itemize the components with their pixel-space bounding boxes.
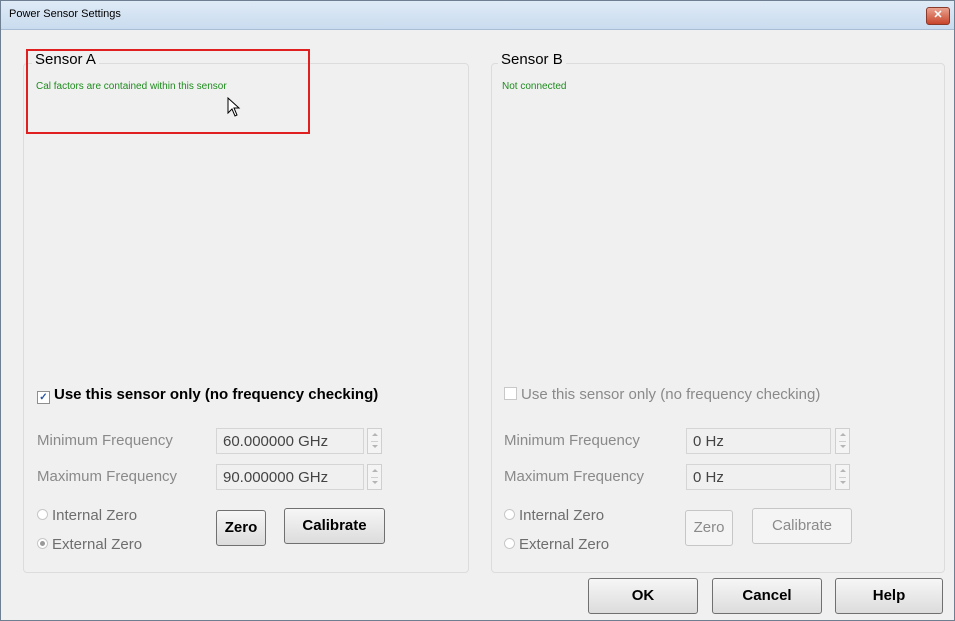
checkbox-unchecked-icon	[504, 387, 517, 400]
sensor-b-min-freq-value: 0 Hz	[693, 433, 724, 450]
sensor-a-external-zero-label: External Zero	[52, 536, 143, 553]
cancel-button[interactable]: Cancel	[712, 578, 822, 614]
window-title: Power Sensor Settings	[9, 8, 121, 20]
sensor-b-internal-zero-radio[interactable]: Internal Zero	[504, 507, 604, 524]
sensor-b-group	[491, 63, 945, 573]
radio-unchecked-icon	[37, 509, 48, 520]
radio-checked-icon	[37, 538, 48, 549]
help-button[interactable]: Help	[835, 578, 943, 614]
radio-unchecked-icon	[504, 538, 515, 549]
sensor-a-internal-zero-radio[interactable]: Internal Zero	[37, 507, 137, 524]
sensor-a-min-freq-spinner[interactable]	[367, 428, 382, 454]
sensor-b-status: Not connected	[502, 81, 567, 92]
sensor-a-external-zero-radio[interactable]: External Zero	[37, 536, 142, 553]
mouse-cursor-icon	[227, 97, 241, 117]
sensor-a-max-freq-label: Maximum Frequency	[37, 468, 178, 485]
sensor-a-zero-button[interactable]: Zero	[216, 510, 266, 546]
close-button[interactable]: ✕	[926, 7, 950, 25]
power-sensor-settings-dialog: Power Sensor Settings ✕ Sensor A Cal fac…	[0, 0, 955, 621]
sensor-b-use-only-checkbox[interactable]: Use this sensor only (no frequency check…	[504, 386, 820, 403]
sensor-b-min-freq-input[interactable]: 0 Hz	[686, 428, 831, 454]
sensor-a-min-freq-label: Minimum Frequency	[37, 432, 173, 449]
sensor-b-max-freq-input[interactable]: 0 Hz	[686, 464, 831, 490]
sensor-a-use-only-label: Use this sensor only (no frequency check…	[54, 386, 379, 403]
sensor-b-calibrate-button[interactable]: Calibrate	[752, 508, 852, 544]
sensor-b-max-freq-label: Maximum Frequency	[504, 468, 645, 485]
sensor-a-internal-zero-label: Internal Zero	[52, 507, 138, 524]
sensor-a-calibrate-button[interactable]: Calibrate	[284, 508, 385, 544]
sensor-a-min-freq-value: 60.000000 GHz	[223, 433, 329, 450]
sensor-b-zero-button[interactable]: Zero	[685, 510, 733, 546]
sensor-b-external-zero-radio[interactable]: External Zero	[504, 536, 609, 553]
highlight-box	[26, 49, 310, 134]
close-icon: ✕	[933, 9, 943, 21]
ok-button[interactable]: OK	[588, 578, 698, 614]
radio-unchecked-icon	[504, 509, 515, 520]
sensor-a-group	[23, 63, 469, 573]
title-bar: Power Sensor Settings ✕	[1, 1, 954, 30]
sensor-a-min-freq-input[interactable]: 60.000000 GHz	[216, 428, 364, 454]
sensor-b-use-only-label: Use this sensor only (no frequency check…	[521, 386, 821, 403]
sensor-b-max-freq-spinner[interactable]	[835, 464, 850, 490]
sensor-b-min-freq-label: Minimum Frequency	[504, 432, 640, 449]
sensor-b-title: Sensor B	[498, 51, 566, 68]
sensor-b-min-freq-spinner[interactable]	[835, 428, 850, 454]
sensor-b-max-freq-value: 0 Hz	[693, 469, 724, 486]
sensor-a-max-freq-input[interactable]: 90.000000 GHz	[216, 464, 364, 490]
sensor-b-internal-zero-label: Internal Zero	[519, 507, 605, 524]
sensor-b-external-zero-label: External Zero	[519, 536, 610, 553]
sensor-a-use-only-checkbox[interactable]: ✓ Use this sensor only (no frequency chec…	[37, 386, 378, 404]
checkbox-checked-icon: ✓	[37, 391, 50, 404]
sensor-a-max-freq-value: 90.000000 GHz	[223, 469, 329, 486]
sensor-a-max-freq-spinner[interactable]	[367, 464, 382, 490]
